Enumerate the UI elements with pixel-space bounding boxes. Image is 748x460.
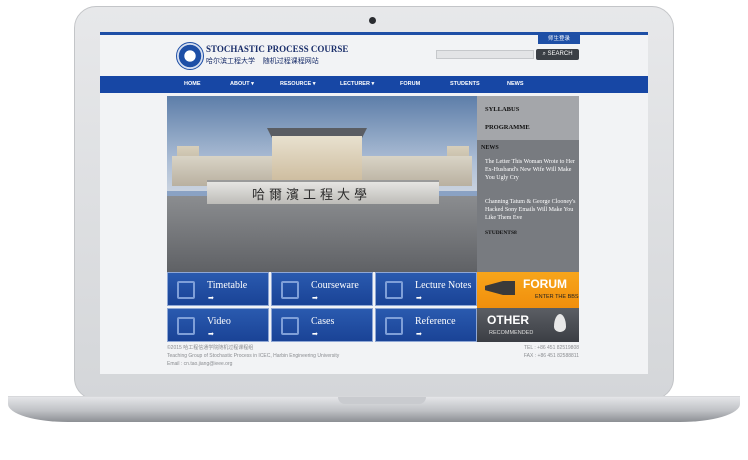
- tile-cases[interactable]: Cases ➡: [271, 308, 373, 342]
- tile-label: Timetable: [207, 280, 248, 291]
- site-title: STOCHASTIC PROCESS COURSE: [206, 44, 349, 54]
- other-tile-title: OTHER: [487, 313, 529, 327]
- other-tile[interactable]: OTHER RECOMMENDED: [477, 308, 579, 342]
- nav-about[interactable]: ABOUT ▾: [230, 76, 254, 93]
- main-nav: HOME ABOUT ▾ RESOURCE ▾ LECTURER ▾ FORUM…: [100, 76, 648, 93]
- forum-tile-title: FORUM: [523, 277, 567, 291]
- nav-news[interactable]: NEWS: [507, 76, 524, 93]
- tile-lecture-notes[interactable]: Lecture Notes ➡: [375, 272, 477, 306]
- laptop-frame: 师生登录 STOCHASTIC PROCESS COURSE 哈尔滨工程大学 随…: [0, 0, 748, 460]
- forum-tile-subtitle: ENTER THE BBS: [535, 294, 579, 300]
- banner-plaza: [167, 196, 477, 272]
- sidebar-top-panel: [477, 96, 579, 140]
- tile-timetable[interactable]: Timetable ➡: [167, 272, 269, 306]
- nav-home[interactable]: HOME: [184, 76, 201, 93]
- university-name: 哈尔滨工程大学: [206, 58, 255, 65]
- banner-main-building: [272, 136, 362, 186]
- forum-tile[interactable]: FORUM ENTER THE BBS: [477, 272, 579, 308]
- news-item-1[interactable]: The Letter This Woman Wrote to Her Ex-Hu…: [485, 158, 577, 182]
- text-case-icon: [281, 317, 299, 335]
- footer-copyright: ©2015 哈工程信通学院随机过程课程组: [167, 345, 254, 351]
- search-icon: ⌕: [542, 51, 546, 57]
- tile-label: Cases: [311, 316, 335, 327]
- sidebar-students-link[interactable]: STUDENTS8: [485, 230, 517, 236]
- laptop-notch: [338, 397, 426, 404]
- tile-label: Reference: [415, 316, 456, 327]
- film-icon: [177, 317, 195, 335]
- other-tile-subtitle: RECOMMENDED: [489, 330, 534, 336]
- notebook-icon: [385, 281, 403, 299]
- tile-label: Lecture Notes: [415, 280, 472, 291]
- arrow-right-icon: ➡: [312, 331, 318, 338]
- tile-courseware[interactable]: Courseware ➡: [271, 272, 373, 306]
- university-logo[interactable]: [176, 42, 204, 70]
- calendar-icon: [177, 281, 195, 299]
- laptop-base: [8, 396, 740, 422]
- tile-reference[interactable]: Reference ➡: [375, 308, 477, 342]
- site-subtitle: 哈尔滨工程大学 随机过程课程网站: [206, 56, 319, 66]
- nav-forum[interactable]: FORUM: [400, 76, 420, 93]
- webcam-icon: [369, 17, 376, 24]
- quick-links: Timetable ➡ Courseware ➡ Lecture Notes ➡ Vi…: [167, 272, 477, 342]
- course-site-name: 随机过程课程网站: [262, 58, 319, 65]
- sidebar-programme-link[interactable]: PROGRAMME: [485, 124, 530, 131]
- footer-email[interactable]: Email : cn.tao.jiang@ieee.org: [167, 361, 232, 368]
- flame-icon: [554, 314, 566, 332]
- footer-group: Teaching Group of Stochastic Process in …: [167, 353, 340, 359]
- arrow-right-icon: ➡: [208, 295, 214, 302]
- browser-screen: 师生登录 STOCHASTIC PROCESS COURSE 哈尔滨工程大学 随…: [100, 32, 648, 374]
- document-icon: [281, 281, 299, 299]
- news-item-2[interactable]: Channing Tatum & George Clooney's Hacked…: [485, 198, 577, 222]
- banner-slideshow[interactable]: 哈爾濱工程大學 123456789: [167, 96, 477, 272]
- search-button-label: SEARCH: [547, 51, 573, 57]
- search-button[interactable]: ⌕ SEARCH: [536, 49, 579, 60]
- footer-tel: TEL : +86 451 82519808: [524, 345, 579, 351]
- arrow-right-icon: ➡: [312, 295, 318, 302]
- banner-gate-text: 哈爾濱工程大學: [252, 188, 372, 203]
- arrow-right-icon: ➡: [208, 331, 214, 338]
- arrow-right-icon: ➡: [416, 331, 422, 338]
- folder-icon: [385, 317, 403, 335]
- tile-label: Courseware: [311, 280, 359, 291]
- tile-label: Video: [207, 316, 231, 327]
- footer-fax: FAX : +86 451 82588811: [523, 353, 579, 359]
- tile-video[interactable]: Video ➡: [167, 308, 269, 342]
- sidebar: SYLLABUS PROGRAMME NEWS The Letter This …: [477, 96, 579, 272]
- nav-lecturer[interactable]: LECTURER ▾: [340, 76, 374, 93]
- sidebar-syllabus-link[interactable]: SYLLABUS: [485, 106, 519, 113]
- megaphone-icon: [485, 281, 515, 295]
- arrow-right-icon: ➡: [416, 295, 422, 302]
- nav-resource[interactable]: RESOURCE ▾: [280, 76, 315, 93]
- nav-students[interactable]: STUDENTS: [450, 76, 480, 93]
- login-button[interactable]: 师生登录: [538, 35, 580, 44]
- search-input[interactable]: [436, 50, 534, 59]
- footer: ©2015 哈工程信通学院随机过程课程组 Teaching Group of S…: [167, 345, 579, 374]
- sidebar-news-heading[interactable]: NEWS: [481, 145, 499, 151]
